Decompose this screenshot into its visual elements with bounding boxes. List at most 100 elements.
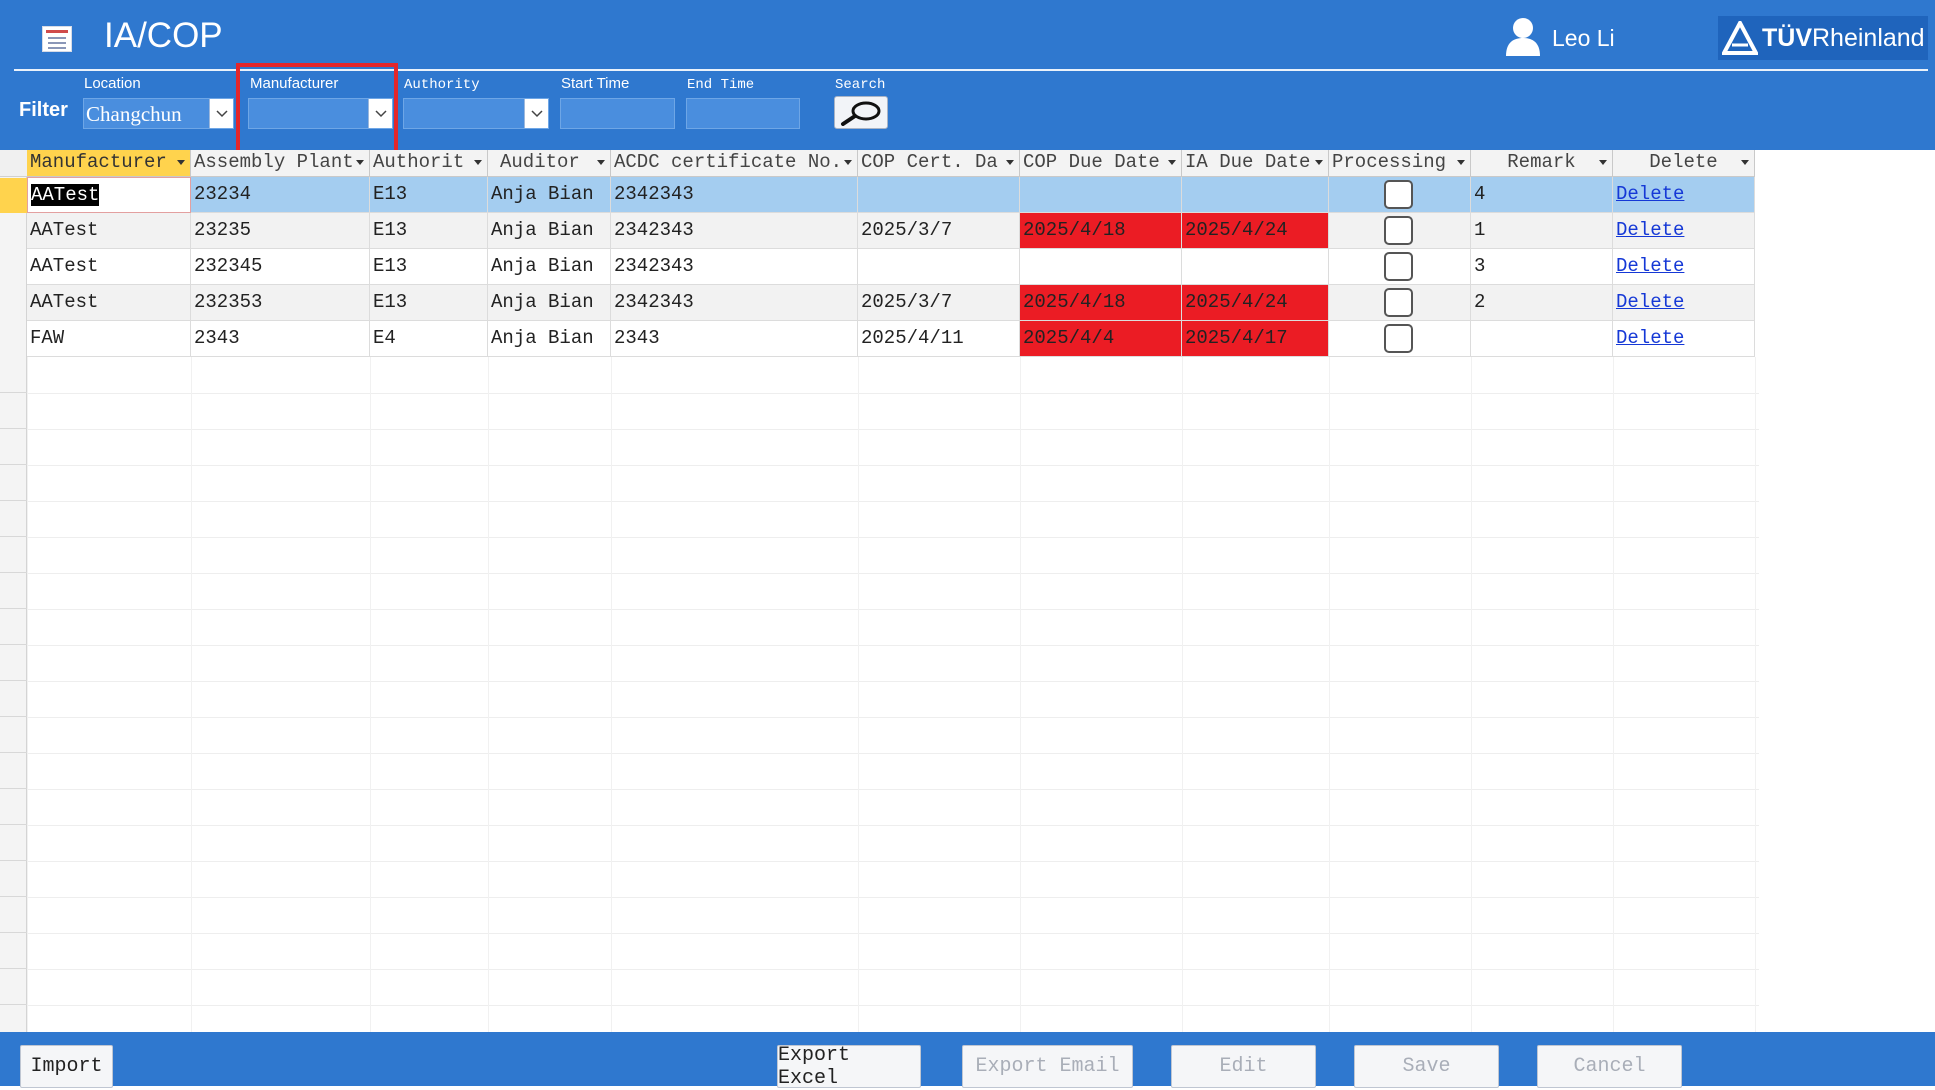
cell-cop-due-date-overdue[interactable]: 2025/4/18: [1020, 285, 1182, 321]
delete-link[interactable]: Delete: [1616, 327, 1684, 349]
column-header-cop-due-date[interactable]: COP Due Date: [1020, 150, 1182, 177]
cell-acdc[interactable]: 2343: [611, 321, 858, 357]
sort-arrow-icon[interactable]: [474, 160, 482, 165]
cell-assembly-plant[interactable]: 23235: [191, 213, 370, 249]
cell-acdc[interactable]: 2342343: [611, 177, 858, 213]
cell-ia-due-date[interactable]: [1182, 249, 1329, 285]
current-record-marker[interactable]: [0, 178, 27, 213]
column-header-delete[interactable]: Delete: [1613, 150, 1755, 177]
sort-arrow-icon[interactable]: [1168, 160, 1176, 165]
cell-assembly-plant[interactable]: 232345: [191, 249, 370, 285]
cell-assembly-plant[interactable]: 2343: [191, 321, 370, 357]
sort-arrow-icon[interactable]: [1315, 160, 1323, 165]
column-header-manufacturer[interactable]: Manufacturer: [27, 150, 191, 177]
user-icon[interactable]: [1504, 16, 1542, 56]
table-row[interactable]: AATest 23235 E13 Anja Bian 2342343 2025/…: [27, 213, 1755, 249]
column-header-acdc-certificate[interactable]: ACDC certificate No.: [611, 150, 858, 177]
cell-ia-due-date-overdue[interactable]: 2025/4/24: [1182, 285, 1329, 321]
authority-select[interactable]: [403, 98, 549, 129]
save-button[interactable]: Save: [1354, 1045, 1499, 1088]
select-all-corner[interactable]: [0, 150, 27, 177]
cell-acdc[interactable]: 2342343: [611, 249, 858, 285]
column-header-cop-cert-date[interactable]: COP Cert. Da: [858, 150, 1020, 177]
column-header-ia-due-date[interactable]: IA Due Date: [1182, 150, 1329, 177]
cell-cop-cert-date[interactable]: 2025/3/7: [858, 285, 1020, 321]
cell-ia-due-date[interactable]: [1182, 177, 1329, 213]
location-select[interactable]: Changchun: [83, 98, 234, 129]
edit-button[interactable]: Edit: [1171, 1045, 1316, 1088]
delete-link[interactable]: Delete: [1616, 291, 1684, 313]
cell-cop-cert-date[interactable]: [858, 249, 1020, 285]
cell-auditor[interactable]: Anja Bian: [488, 285, 611, 321]
cell-ia-due-date-overdue[interactable]: 2025/4/17: [1182, 321, 1329, 357]
column-header-auditor[interactable]: Auditor: [488, 150, 611, 177]
cell-authority[interactable]: E13: [370, 213, 488, 249]
sort-arrow-icon[interactable]: [1741, 160, 1749, 165]
cell-manufacturer[interactable]: AATest: [27, 285, 191, 321]
export-email-button[interactable]: Export Email: [962, 1045, 1133, 1088]
sort-arrow-icon[interactable]: [1006, 160, 1014, 165]
delete-link[interactable]: Delete: [1616, 219, 1684, 241]
column-header-authority[interactable]: Authorit: [370, 150, 488, 177]
location-dropdown-button[interactable]: [209, 99, 233, 128]
cell-cop-due-date[interactable]: [1020, 177, 1182, 213]
cell-manufacturer[interactable]: FAW: [27, 321, 191, 357]
cell-cop-due-date[interactable]: [1020, 249, 1182, 285]
sort-arrow-icon[interactable]: [597, 160, 605, 165]
cell-remark[interactable]: 2: [1471, 285, 1613, 321]
delete-link[interactable]: Delete: [1616, 255, 1684, 277]
cancel-button[interactable]: Cancel: [1537, 1045, 1682, 1088]
cell-remark[interactable]: [1471, 321, 1613, 357]
sort-arrow-icon[interactable]: [844, 160, 852, 165]
cell-manufacturer[interactable]: AATest: [27, 249, 191, 285]
cell-auditor[interactable]: Anja Bian: [488, 321, 611, 357]
sort-arrow-icon[interactable]: [356, 160, 364, 165]
cell-remark[interactable]: 3: [1471, 249, 1613, 285]
sort-arrow-icon[interactable]: [1599, 160, 1607, 165]
cell-manufacturer[interactable]: AATest: [27, 213, 191, 249]
cell-authority[interactable]: E13: [370, 285, 488, 321]
cell-cop-cert-date[interactable]: [858, 177, 1020, 213]
cell-remark[interactable]: 4: [1471, 177, 1613, 213]
search-button[interactable]: [834, 96, 888, 129]
table-row[interactable]: AATest 232345 E13 Anja Bian 2342343 3 De…: [27, 249, 1755, 285]
user-name[interactable]: Leo Li: [1552, 25, 1615, 52]
cell-remark[interactable]: 1: [1471, 213, 1613, 249]
cell-assembly-plant[interactable]: 232353: [191, 285, 370, 321]
table-row[interactable]: FAW 2343 E4 Anja Bian 2343 2025/4/11 202…: [27, 321, 1755, 357]
start-time-input[interactable]: [560, 98, 675, 129]
cell-cop-due-date-overdue[interactable]: 2025/4/18: [1020, 213, 1182, 249]
cell-auditor[interactable]: Anja Bian: [488, 177, 611, 213]
delete-link[interactable]: Delete: [1616, 183, 1684, 205]
authority-dropdown-button[interactable]: [524, 99, 548, 128]
cell-cop-cert-date[interactable]: 2025/3/7: [858, 213, 1020, 249]
sort-arrow-icon[interactable]: [177, 160, 185, 165]
cell-cop-cert-date[interactable]: 2025/4/11: [858, 321, 1020, 357]
cell-auditor[interactable]: Anja Bian: [488, 213, 611, 249]
cell-manufacturer[interactable]: AATest: [27, 177, 191, 213]
column-header-processing[interactable]: Processing: [1329, 150, 1471, 177]
cell-auditor[interactable]: Anja Bian: [488, 249, 611, 285]
end-time-input[interactable]: [686, 98, 800, 129]
cell-cop-due-date-overdue[interactable]: 2025/4/4: [1020, 321, 1182, 357]
cell-authority[interactable]: E13: [370, 177, 488, 213]
processing-checkbox[interactable]: [1384, 216, 1413, 245]
cell-ia-due-date-overdue[interactable]: 2025/4/24: [1182, 213, 1329, 249]
table-row[interactable]: AATest 232353 E13 Anja Bian 2342343 2025…: [27, 285, 1755, 321]
cell-authority[interactable]: E13: [370, 249, 488, 285]
import-button[interactable]: Import: [20, 1045, 113, 1088]
processing-checkbox[interactable]: [1384, 252, 1413, 281]
column-header-assembly-plant[interactable]: Assembly Plant: [191, 150, 370, 177]
cell-assembly-plant[interactable]: 23234: [191, 177, 370, 213]
table-row[interactable]: AATest 23234 E13 Anja Bian 2342343 4 Del…: [27, 177, 1755, 213]
cell-acdc[interactable]: 2342343: [611, 285, 858, 321]
cell-acdc[interactable]: 2342343: [611, 213, 858, 249]
processing-checkbox[interactable]: [1384, 180, 1413, 209]
column-header-remark[interactable]: Remark: [1471, 150, 1613, 177]
processing-checkbox[interactable]: [1384, 324, 1413, 353]
sort-arrow-icon[interactable]: [1457, 160, 1465, 165]
app-menu-icon[interactable]: [42, 26, 72, 52]
export-excel-button[interactable]: Export Excel: [777, 1044, 921, 1090]
cell-authority[interactable]: E4: [370, 321, 488, 357]
processing-checkbox[interactable]: [1384, 288, 1413, 317]
